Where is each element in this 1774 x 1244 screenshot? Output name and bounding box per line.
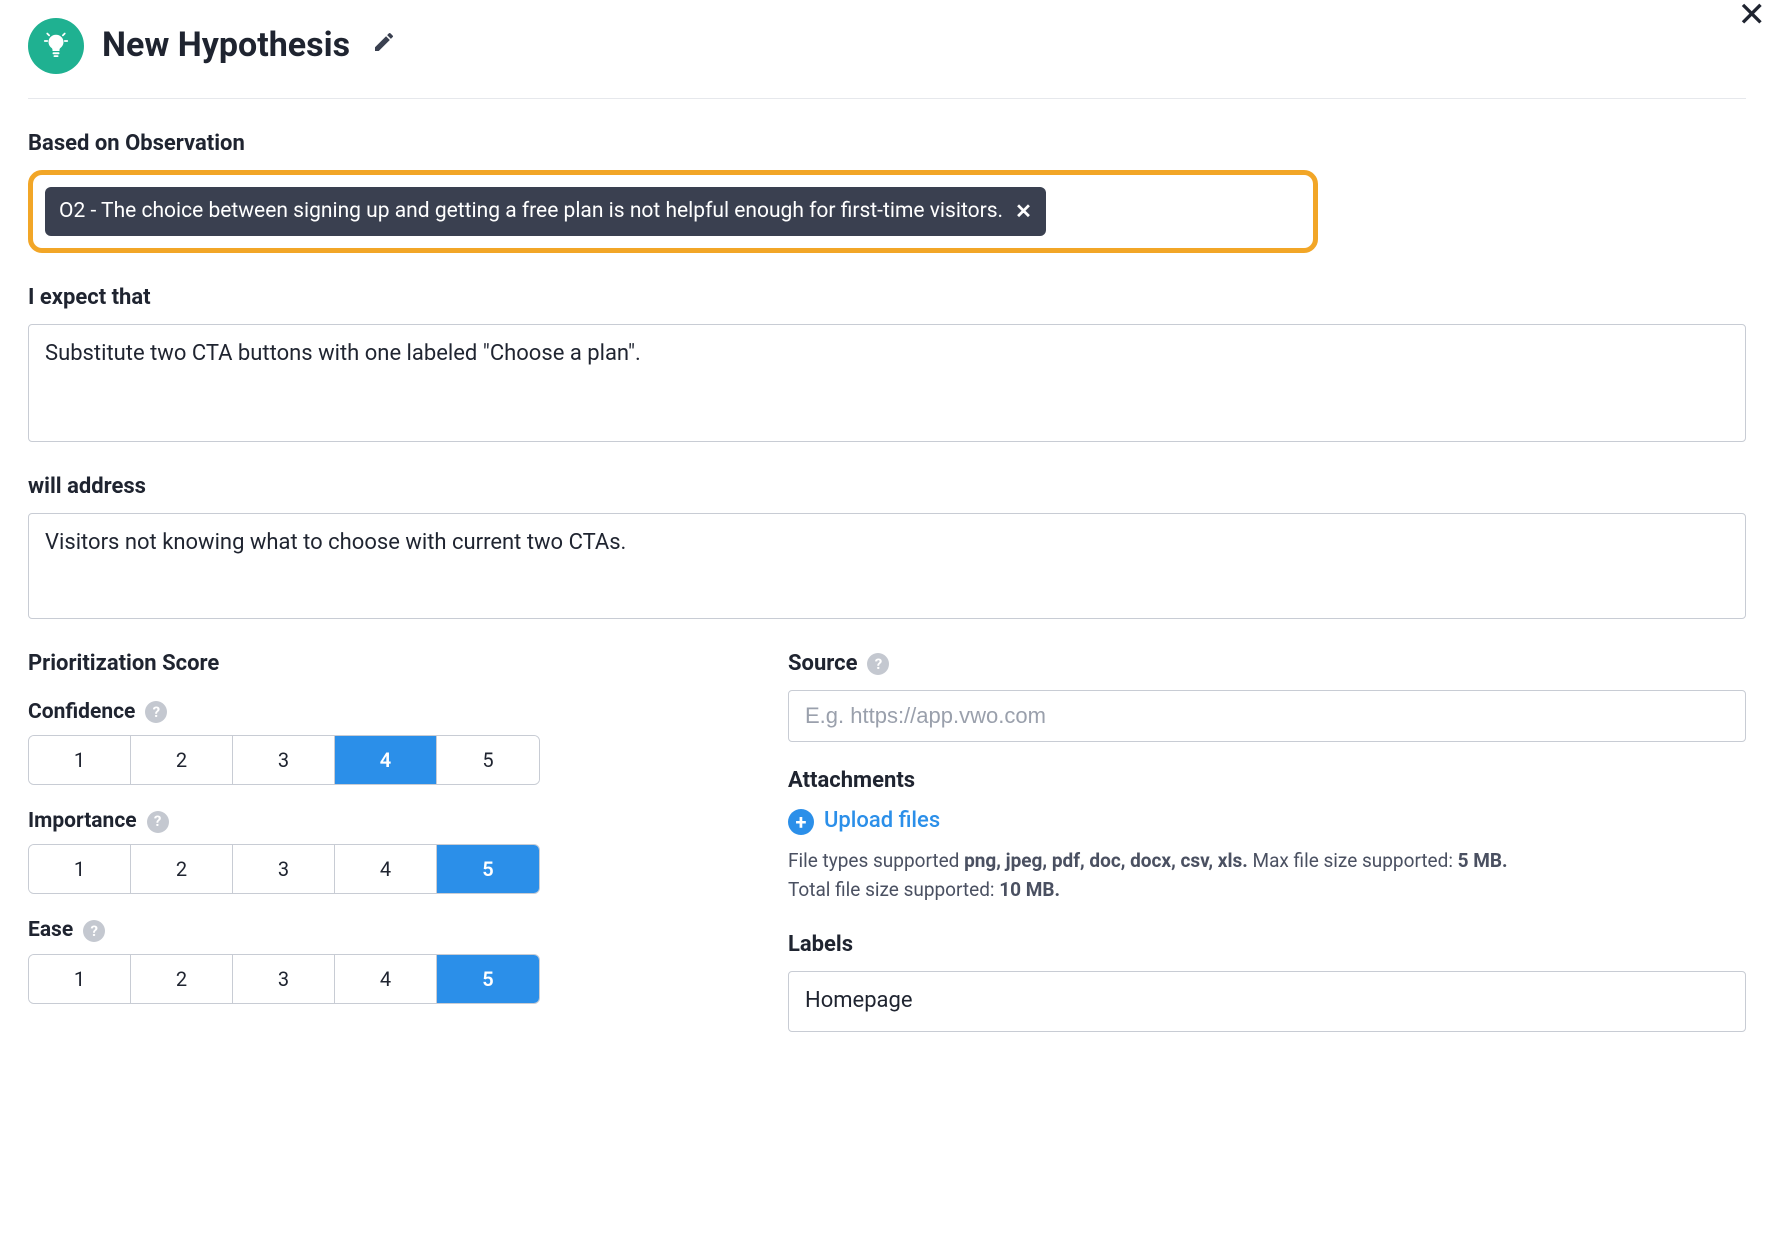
observation-chip[interactable]: O2 - The choice between signing up and g… xyxy=(45,187,1046,236)
confidence-help-icon[interactable]: ? xyxy=(145,701,167,723)
page-header: New Hypothesis xyxy=(28,0,1746,99)
note-max-prefix: Max file size supported: xyxy=(1248,849,1458,872)
labels-input[interactable]: Homepage xyxy=(788,971,1746,1032)
plus-circle-icon: + xyxy=(788,809,814,835)
observation-label: Based on Observation xyxy=(28,129,1746,160)
ease-option-5[interactable]: 5 xyxy=(437,955,539,1003)
address-input[interactable]: Visitors not knowing what to choose with… xyxy=(28,513,1746,619)
confidence-score-group: 1 2 3 4 5 xyxy=(28,735,540,785)
attachments-note: File types supported png, jpeg, pdf, doc… xyxy=(788,847,1746,904)
lightbulb-icon xyxy=(28,18,84,74)
ease-option-1[interactable]: 1 xyxy=(29,955,131,1003)
importance-option-2[interactable]: 2 xyxy=(131,845,233,893)
edit-title-icon[interactable] xyxy=(372,30,396,62)
importance-help-icon[interactable]: ? xyxy=(147,811,169,833)
source-help-icon[interactable]: ? xyxy=(867,653,889,675)
confidence-option-1[interactable]: 1 xyxy=(29,736,131,784)
address-value: Visitors not knowing what to choose with… xyxy=(45,530,626,555)
attachments-label: Attachments xyxy=(788,766,1746,797)
importance-score-group: 1 2 3 4 5 xyxy=(28,844,540,894)
ease-score-group: 1 2 3 4 5 xyxy=(28,954,540,1004)
upload-files-button[interactable]: + Upload files xyxy=(788,806,1746,837)
observation-field[interactable]: O2 - The choice between signing up and g… xyxy=(28,170,1318,253)
upload-files-text: Upload files xyxy=(824,806,940,837)
source-label: Source xyxy=(788,649,857,680)
expect-input[interactable]: Substitute two CTA buttons with one labe… xyxy=(28,324,1746,442)
ease-option-2[interactable]: 2 xyxy=(131,955,233,1003)
ease-label: Ease xyxy=(28,916,73,945)
remove-chip-icon[interactable]: ✕ xyxy=(1011,197,1032,225)
confidence-option-3[interactable]: 3 xyxy=(233,736,335,784)
note-types: png, jpeg, pdf, doc, docx, csv, xls. xyxy=(964,849,1248,872)
importance-option-1[interactable]: 1 xyxy=(29,845,131,893)
close-icon[interactable]: ✕ xyxy=(1738,0,1767,32)
observation-chip-text: O2 - The choice between signing up and g… xyxy=(59,197,1003,226)
ease-help-icon[interactable]: ? xyxy=(83,920,105,942)
priority-heading: Prioritization Score xyxy=(28,649,748,680)
source-input[interactable] xyxy=(788,690,1746,742)
confidence-option-4[interactable]: 4 xyxy=(335,736,437,784)
importance-option-4[interactable]: 4 xyxy=(335,845,437,893)
labels-value: Homepage xyxy=(805,988,913,1013)
note-total: 10 MB. xyxy=(999,878,1060,901)
confidence-label: Confidence xyxy=(28,698,135,727)
ease-option-3[interactable]: 3 xyxy=(233,955,335,1003)
expect-label: I expect that xyxy=(28,283,1746,314)
labels-label: Labels xyxy=(788,930,1746,961)
importance-option-3[interactable]: 3 xyxy=(233,845,335,893)
confidence-option-5[interactable]: 5 xyxy=(437,736,539,784)
ease-option-4[interactable]: 4 xyxy=(335,955,437,1003)
address-label: will address xyxy=(28,472,1746,503)
note-prefix: File types supported xyxy=(788,849,964,872)
note-total-prefix: Total file size supported: xyxy=(788,878,999,901)
importance-label: Importance xyxy=(28,807,137,836)
expect-value: Substitute two CTA buttons with one labe… xyxy=(45,341,641,366)
note-max: 5 MB. xyxy=(1458,849,1508,872)
page-title: New Hypothesis xyxy=(102,22,350,70)
confidence-option-2[interactable]: 2 xyxy=(131,736,233,784)
importance-option-5[interactable]: 5 xyxy=(437,845,539,893)
